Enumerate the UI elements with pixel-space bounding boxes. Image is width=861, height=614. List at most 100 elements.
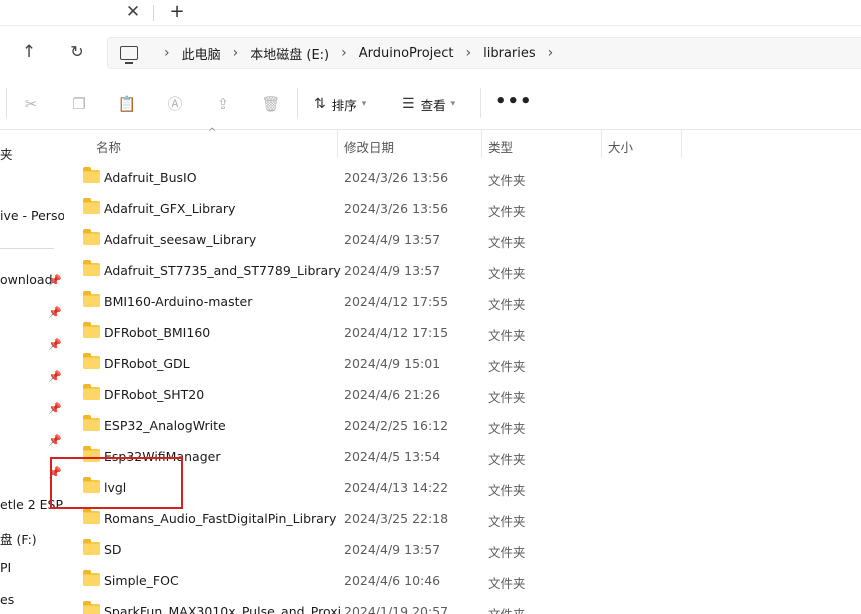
folder-icon — [83, 198, 100, 214]
file-type: 文件夹 — [488, 514, 526, 529]
list-item[interactable]: Adafruit_seesaw_Library 2024/4/9 13:57 文… — [66, 224, 861, 255]
file-date: 2024/4/12 17:15 — [344, 325, 449, 340]
folder-icon — [83, 353, 100, 369]
column-header-date[interactable]: 修改日期 — [344, 137, 394, 156]
file-date: 2024/4/6 10:46 — [344, 573, 441, 588]
list-item[interactable]: DFRobot_GDL 2024/4/9 15:01 文件夹 — [66, 348, 861, 379]
up-arrow-icon[interactable]: ↑ — [18, 41, 40, 63]
breadcrumb-libraries[interactable]: libraries — [483, 46, 536, 61]
refresh-icon[interactable]: ↻ — [66, 41, 88, 63]
pin-icon: 📌 — [48, 370, 62, 383]
chevron-right-icon[interactable]: › — [233, 45, 239, 61]
list-item[interactable]: SparkFun_MAX3010x_Pulse_and_Proxi 2024/1… — [66, 596, 861, 614]
delete-icon[interactable]: 🗑 — [260, 93, 282, 115]
list-item[interactable]: Simple_FOC 2024/4/6 10:46 文件夹 — [66, 565, 861, 596]
breadcrumb-drive-e[interactable]: 本地磁盘 (E:) — [250, 44, 329, 63]
sort-label: 排序 — [331, 97, 357, 113]
file-type: 文件夹 — [488, 452, 526, 467]
list-item[interactable]: lvgl 2024/4/13 14:22 文件夹 — [66, 472, 861, 503]
file-name: Adafruit_BusIO — [104, 170, 197, 185]
address-bar[interactable]: › 此电脑 › 本地磁盘 (E:) › ArduinoProject › lib… — [107, 37, 861, 69]
file-type: 文件夹 — [488, 359, 526, 374]
file-name: Simple_FOC — [104, 573, 179, 588]
file-date: 2024/4/9 13:57 — [344, 542, 441, 557]
folder-icon — [83, 601, 100, 614]
column-divider[interactable] — [601, 130, 602, 158]
file-name: DFRobot_BMI160 — [104, 325, 211, 340]
share-icon[interactable]: ⇪ — [212, 93, 234, 115]
file-name: DFRobot_GDL — [104, 356, 190, 371]
nav-item-drive-f[interactable]: 盘 (F:) — [0, 529, 37, 548]
pin-icon: 📌 — [48, 274, 62, 287]
column-divider[interactable] — [481, 130, 482, 158]
file-date: 2024/4/9 13:57 — [344, 263, 441, 278]
sort-button[interactable]: ⇅ 排序 ▾ — [314, 92, 366, 116]
tab-divider — [153, 5, 154, 21]
chevron-right-icon[interactable]: › — [341, 45, 347, 61]
paste-icon[interactable]: 📋 — [116, 93, 138, 115]
file-name: Adafruit_ST7735_and_ST7789_Library — [104, 263, 341, 278]
column-divider[interactable] — [337, 130, 338, 158]
column-header-size[interactable]: 大小 — [608, 137, 633, 156]
nav-item-onedrive[interactable]: ive - Perso — [0, 208, 64, 223]
sort-ascending-icon: ^ — [208, 127, 217, 138]
breadcrumb-this-pc[interactable]: 此电脑 — [182, 44, 221, 63]
more-options-button[interactable]: ••• — [495, 91, 533, 112]
sort-icon: ⇅ — [314, 96, 326, 112]
view-button[interactable]: ☰ 查看 ▾ — [402, 92, 455, 116]
file-type: 文件夹 — [488, 421, 526, 436]
this-pc-icon[interactable] — [120, 46, 138, 64]
file-type: 文件夹 — [488, 576, 526, 591]
file-name: Adafruit_GFX_Library — [104, 201, 236, 216]
list-item[interactable]: DFRobot_SHT20 2024/4/6 21:26 文件夹 — [66, 379, 861, 410]
file-type: 文件夹 — [488, 390, 526, 405]
cut-icon[interactable]: ✂ — [20, 93, 42, 115]
pin-icon: 📌 — [48, 434, 62, 447]
list-item[interactable]: BMI160-Arduino-master 2024/4/12 17:55 文件… — [66, 286, 861, 317]
navigation-pane: 夹 ive - Perso ownload 📌 📌 📌 📌 📌 📌 📌 etle… — [0, 130, 64, 614]
column-header-type[interactable]: 类型 — [488, 137, 513, 156]
nav-divider — [0, 248, 54, 249]
column-header-name[interactable]: 名称 — [96, 137, 121, 156]
column-divider[interactable] — [681, 130, 682, 158]
file-date: 2024/4/12 17:55 — [344, 294, 449, 309]
nav-item-es[interactable]: es — [0, 592, 14, 607]
list-item[interactable]: ESP32_AnalogWrite 2024/2/25 16:12 文件夹 — [66, 410, 861, 441]
list-item[interactable]: Adafruit_ST7735_and_ST7789_Library 2024/… — [66, 255, 861, 286]
close-tab-icon[interactable]: ✕ — [123, 2, 143, 22]
file-type: 文件夹 — [488, 173, 526, 188]
folder-icon — [83, 570, 100, 586]
nav-item-downloads[interactable]: ownload — [0, 272, 53, 287]
list-item[interactable]: DFRobot_BMI160 2024/4/12 17:15 文件夹 — [66, 317, 861, 348]
folder-icon — [83, 167, 100, 183]
copy-icon[interactable]: ❐ — [68, 93, 90, 115]
list-item[interactable]: Adafruit_BusIO 2024/3/26 13:56 文件夹 — [66, 162, 861, 193]
list-item[interactable]: SD 2024/4/9 13:57 文件夹 — [66, 534, 861, 565]
toolbar-divider — [480, 88, 481, 118]
list-item[interactable]: Romans_Audio_FastDigitalPin_Library 2024… — [66, 503, 861, 534]
folder-icon — [83, 539, 100, 555]
list-item[interactable]: Adafruit_GFX_Library 2024/3/26 13:56 文件夹 — [66, 193, 861, 224]
file-type: 文件夹 — [488, 328, 526, 343]
file-date: 2024/3/25 22:18 — [344, 511, 449, 526]
nav-item-folders[interactable]: 夹 — [0, 144, 13, 163]
new-tab-button[interactable]: + — [166, 1, 188, 23]
chevron-right-icon[interactable]: › — [548, 45, 554, 61]
column-header-row: ^ 名称 修改日期 类型 大小 — [66, 127, 861, 160]
list-item[interactable]: Esp32WifiManager 2024/4/5 13:54 文件夹 — [66, 441, 861, 472]
file-name: Adafruit_seesaw_Library — [104, 232, 257, 247]
file-name: DFRobot_SHT20 — [104, 387, 205, 402]
chevron-right-icon[interactable]: › — [164, 45, 170, 61]
file-name: SparkFun_MAX3010x_Pulse_and_Proxi — [104, 604, 342, 614]
file-date: 2024/4/6 21:26 — [344, 387, 441, 402]
chevron-right-icon[interactable]: › — [466, 45, 472, 61]
file-date: 2024/4/9 13:57 — [344, 232, 441, 247]
file-type: 文件夹 — [488, 483, 526, 498]
breadcrumb-arduinoproject[interactable]: ArduinoProject — [359, 46, 454, 61]
file-type: 文件夹 — [488, 235, 526, 250]
nav-item-pi[interactable]: PI — [0, 560, 11, 575]
toolbar-divider — [6, 88, 7, 118]
file-date: 2024/2/25 16:12 — [344, 418, 449, 433]
folder-icon — [83, 260, 100, 276]
rename-icon[interactable]: Ⓐ — [164, 93, 186, 115]
